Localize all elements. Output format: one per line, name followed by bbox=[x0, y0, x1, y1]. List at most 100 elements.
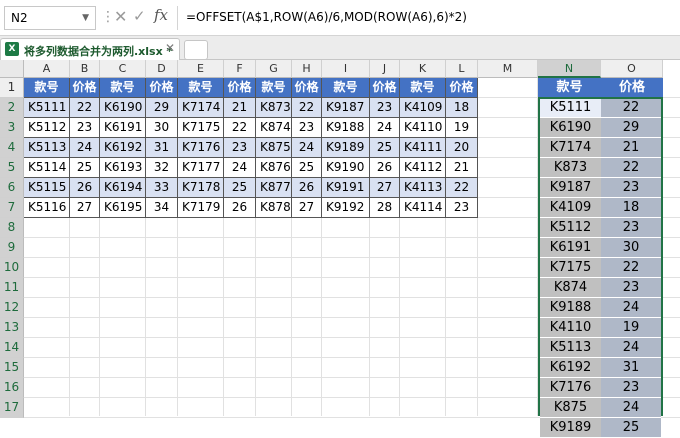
table-cell[interactable]: K5111 bbox=[24, 98, 70, 118]
column-header-a[interactable]: A bbox=[24, 60, 70, 78]
table-cell[interactable]: K6194 bbox=[100, 178, 146, 198]
table-cell[interactable]: K4111 bbox=[400, 138, 446, 158]
table-cell[interactable]: 26 bbox=[70, 178, 100, 198]
table-cell[interactable]: 25 bbox=[370, 138, 400, 158]
table-header-cell[interactable]: 款号 bbox=[400, 78, 446, 98]
select-all-corner[interactable] bbox=[0, 60, 24, 78]
table-cell[interactable]: 20 bbox=[446, 138, 478, 158]
table-cell[interactable]: K4112 bbox=[400, 158, 446, 178]
table-cell[interactable]: K7175 bbox=[178, 118, 224, 138]
table-cell[interactable]: K9188 bbox=[322, 118, 370, 138]
close-icon[interactable]: ✕ bbox=[165, 41, 175, 55]
column-header-c[interactable]: C bbox=[100, 60, 146, 78]
table-header-cell[interactable]: 价格 bbox=[70, 78, 100, 98]
table-header-cell[interactable]: 款号 bbox=[256, 78, 292, 98]
formula-input[interactable]: =OFFSET(A$1,ROW(A6)/6,MOD(ROW(A6),6)*2) bbox=[186, 10, 467, 24]
table-cell[interactable]: 23 bbox=[224, 138, 256, 158]
name-box[interactable]: N2 ▼ bbox=[4, 6, 96, 30]
column-header-b[interactable]: B bbox=[70, 60, 100, 78]
table-cell[interactable]: 25 bbox=[292, 158, 322, 178]
workbook-tab-label[interactable]: 将多列数据合并为两列.xlsx * bbox=[24, 43, 172, 59]
table-cell[interactable]: K5115 bbox=[24, 178, 70, 198]
row-header-5[interactable]: 5 bbox=[0, 158, 24, 178]
table-cell[interactable]: 33 bbox=[146, 178, 178, 198]
column-header-e[interactable]: E bbox=[178, 60, 224, 78]
table-header-cell[interactable]: 价格 bbox=[146, 78, 178, 98]
table-cell[interactable]: 26 bbox=[292, 178, 322, 198]
row-header-1[interactable]: 1 bbox=[0, 78, 24, 98]
result-price-cell[interactable]: 25 bbox=[601, 418, 661, 438]
table-cell[interactable]: K7179 bbox=[178, 198, 224, 218]
row-header-13[interactable]: 13 bbox=[0, 318, 24, 338]
table-cell[interactable]: 29 bbox=[146, 98, 178, 118]
table-cell[interactable]: K5112 bbox=[24, 118, 70, 138]
table-cell[interactable]: K873 bbox=[256, 98, 292, 118]
table-cell[interactable]: 27 bbox=[70, 198, 100, 218]
table-cell[interactable]: 19 bbox=[446, 118, 478, 138]
table-cell[interactable]: 27 bbox=[292, 198, 322, 218]
table-cell[interactable]: K4110 bbox=[400, 118, 446, 138]
table-cell[interactable]: K4113 bbox=[400, 178, 446, 198]
fx-icon[interactable]: fx bbox=[154, 6, 168, 24]
table-cell[interactable]: 23 bbox=[370, 98, 400, 118]
result-header-cell[interactable]: 价格 bbox=[601, 78, 663, 98]
table-cell[interactable]: 24 bbox=[70, 138, 100, 158]
table-cell[interactable]: 24 bbox=[370, 118, 400, 138]
table-cell[interactable]: 24 bbox=[292, 138, 322, 158]
table-cell[interactable]: K6195 bbox=[100, 198, 146, 218]
table-cell[interactable]: 23 bbox=[292, 118, 322, 138]
column-header-d[interactable]: D bbox=[146, 60, 178, 78]
table-cell[interactable]: 25 bbox=[70, 158, 100, 178]
table-cell[interactable]: K6193 bbox=[100, 158, 146, 178]
table-cell[interactable]: 25 bbox=[224, 178, 256, 198]
row-header-12[interactable]: 12 bbox=[0, 298, 24, 318]
check-icon[interactable]: ✓ bbox=[133, 7, 146, 25]
column-header-j[interactable]: J bbox=[370, 60, 400, 78]
table-cell[interactable]: K878 bbox=[256, 198, 292, 218]
column-header-n[interactable]: N bbox=[538, 60, 601, 78]
table-header-cell[interactable]: 款号 bbox=[100, 78, 146, 98]
close-icon[interactable]: ✕ bbox=[114, 7, 127, 26]
table-cell[interactable]: 22 bbox=[224, 118, 256, 138]
row-header-16[interactable]: 16 bbox=[0, 378, 24, 398]
row-header-9[interactable]: 9 bbox=[0, 238, 24, 258]
table-cell[interactable]: K7176 bbox=[178, 138, 224, 158]
column-header-g[interactable]: G bbox=[256, 60, 292, 78]
row-header-15[interactable]: 15 bbox=[0, 358, 24, 378]
row-header-4[interactable]: 4 bbox=[0, 138, 24, 158]
row-header-2[interactable]: 2 bbox=[0, 98, 24, 118]
column-header-f[interactable]: F bbox=[224, 60, 256, 78]
table-cell[interactable]: 21 bbox=[446, 158, 478, 178]
table-cell[interactable]: 31 bbox=[146, 138, 178, 158]
table-cell[interactable]: K6190 bbox=[100, 98, 146, 118]
row-header-10[interactable]: 10 bbox=[0, 258, 24, 278]
row-header-17[interactable]: 17 bbox=[0, 398, 24, 418]
table-cell[interactable]: K5113 bbox=[24, 138, 70, 158]
table-cell[interactable]: 18 bbox=[446, 98, 478, 118]
row-header-8[interactable]: 8 bbox=[0, 218, 24, 238]
row-header-14[interactable]: 14 bbox=[0, 338, 24, 358]
table-cell[interactable]: 28 bbox=[370, 198, 400, 218]
column-header-o[interactable]: O bbox=[601, 60, 663, 78]
column-header-h[interactable]: H bbox=[292, 60, 322, 78]
table-cell[interactable]: 32 bbox=[146, 158, 178, 178]
table-header-cell[interactable]: 款号 bbox=[24, 78, 70, 98]
table-cell[interactable]: 26 bbox=[224, 198, 256, 218]
table-header-cell[interactable]: 款号 bbox=[178, 78, 224, 98]
table-cell[interactable]: K7178 bbox=[178, 178, 224, 198]
column-header-i[interactable]: I bbox=[322, 60, 370, 78]
table-cell[interactable]: K875 bbox=[256, 138, 292, 158]
table-cell[interactable]: K4109 bbox=[400, 98, 446, 118]
table-header-cell[interactable]: 款号 bbox=[322, 78, 370, 98]
table-cell[interactable]: 30 bbox=[146, 118, 178, 138]
row-header-6[interactable]: 6 bbox=[0, 178, 24, 198]
chevron-down-icon[interactable]: ▼ bbox=[82, 7, 89, 29]
table-cell[interactable]: K876 bbox=[256, 158, 292, 178]
table-cell[interactable]: K9192 bbox=[322, 198, 370, 218]
new-tab-button[interactable] bbox=[184, 40, 208, 60]
table-cell[interactable]: K9187 bbox=[322, 98, 370, 118]
table-cell[interactable]: 23 bbox=[446, 198, 478, 218]
table-cell[interactable]: 34 bbox=[146, 198, 178, 218]
table-cell[interactable]: K877 bbox=[256, 178, 292, 198]
more-options-icon[interactable]: ⋮ bbox=[101, 9, 115, 25]
